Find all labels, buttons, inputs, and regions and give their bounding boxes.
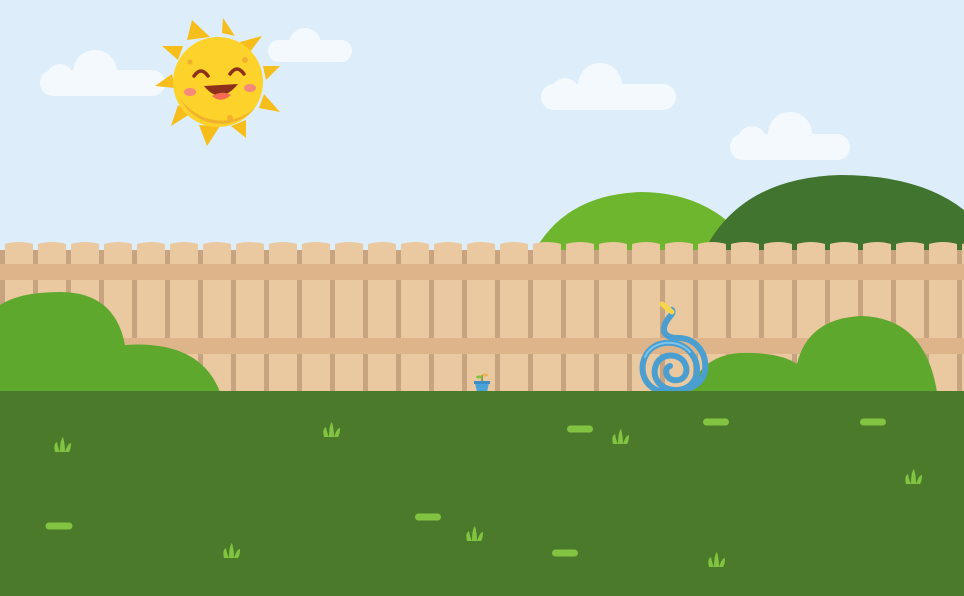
grass-dash — [703, 418, 729, 426]
backyard-scene — [0, 0, 964, 596]
grass-dash — [860, 418, 886, 426]
grass-dash — [552, 549, 578, 557]
lawn — [0, 391, 964, 596]
grass-dash — [415, 513, 441, 521]
fence-rail — [0, 264, 964, 280]
grass-dash — [45, 522, 73, 530]
grass-dash — [567, 425, 593, 433]
